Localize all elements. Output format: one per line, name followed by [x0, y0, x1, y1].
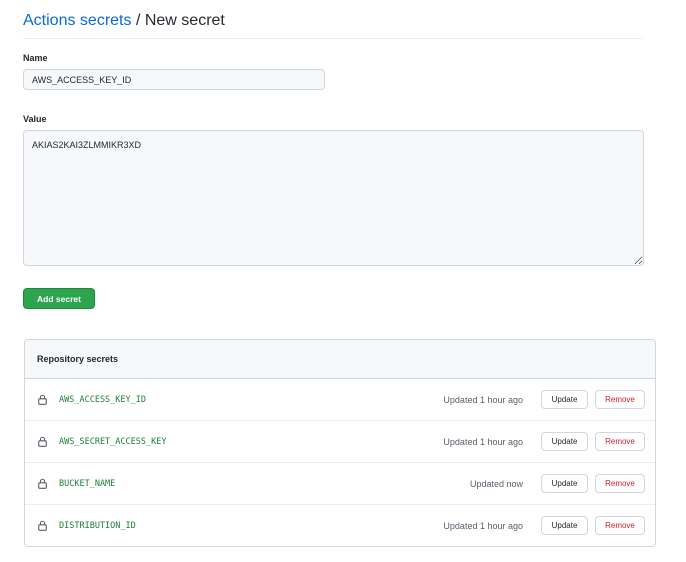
lock-icon [38, 394, 47, 405]
secret-updated: Updated 1 hour ago [443, 395, 523, 405]
page-title: New secret [144, 12, 225, 29]
update-secret-button[interactable]: Update [541, 516, 588, 535]
update-secret-button[interactable]: Update [541, 390, 588, 409]
breadcrumb-actions-secrets-link[interactable]: Actions secrets [23, 12, 131, 29]
remove-secret-button[interactable]: Remove [595, 474, 645, 493]
lock-icon [38, 478, 47, 489]
lock-icon [38, 436, 47, 447]
secret-name: BUCKET_NAME [59, 479, 116, 489]
update-secret-button[interactable]: Update [541, 474, 588, 493]
secret-updated: Updated 1 hour ago [443, 437, 523, 447]
secret-row: BUCKET_NAME Updated now Update Remove [25, 463, 655, 505]
breadcrumb: Actions secrets / New secret [23, 10, 643, 39]
secret-row: DISTRIBUTION_ID Updated 1 hour ago Updat… [25, 505, 655, 546]
breadcrumb-separator: / [135, 12, 141, 29]
name-input[interactable] [23, 69, 325, 90]
remove-secret-button[interactable]: Remove [595, 390, 645, 409]
value-textarea[interactable]: AKIAS2KAI3ZLMMIKR3XD [23, 130, 644, 266]
repository-secrets-header: Repository secrets [25, 340, 655, 379]
secret-name: AWS_ACCESS_KEY_ID [59, 395, 146, 405]
add-secret-button[interactable]: Add secret [23, 288, 95, 309]
secret-name: DISTRIBUTION_ID [59, 521, 136, 531]
secret-updated: Updated 1 hour ago [443, 521, 523, 531]
remove-secret-button[interactable]: Remove [595, 432, 645, 451]
name-label: Name [23, 53, 48, 63]
update-secret-button[interactable]: Update [541, 432, 588, 451]
lock-icon [38, 520, 47, 531]
secret-row: AWS_SECRET_ACCESS_KEY Updated 1 hour ago… [25, 421, 655, 463]
new-secret-page: Actions secrets / New secret Name Value … [0, 0, 686, 562]
repository-secrets-panel: Repository secrets AWS_ACCESS_KEY_ID Upd… [24, 339, 656, 547]
secret-row: AWS_ACCESS_KEY_ID Updated 1 hour ago Upd… [25, 379, 655, 421]
value-label: Value [23, 114, 47, 124]
remove-secret-button[interactable]: Remove [595, 516, 645, 535]
secret-updated: Updated now [469, 479, 523, 489]
secret-name: AWS_SECRET_ACCESS_KEY [59, 437, 167, 447]
